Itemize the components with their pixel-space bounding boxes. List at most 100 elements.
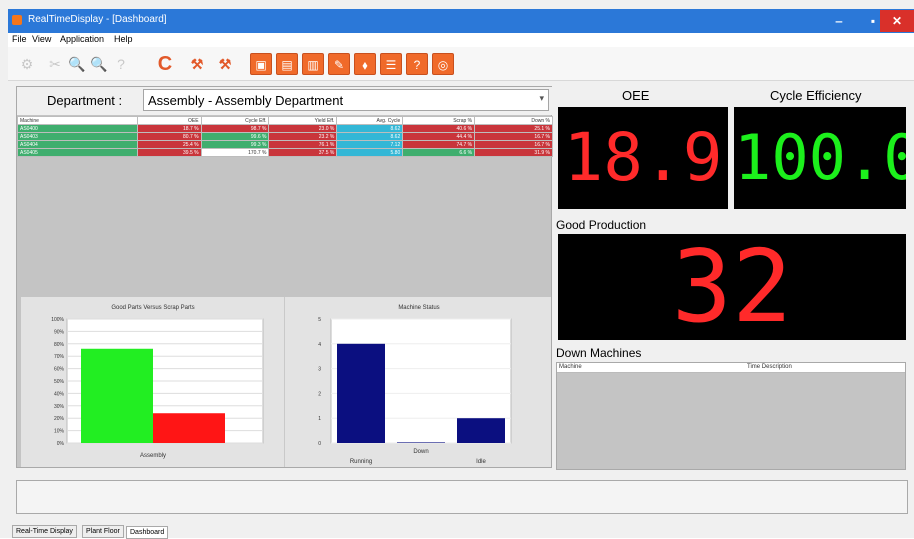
cell-avg: 8.62 [336, 124, 404, 133]
cell-yield: 76.1 % [268, 140, 338, 149]
question-icon[interactable]: ? [406, 53, 428, 75]
cell-scrap: 44.4 % [402, 132, 476, 141]
cell-oee: 39.5 % [136, 148, 202, 157]
machine-grid: Machine OEE Cycle Eff. Yield Eff. Avg. C… [17, 116, 553, 157]
table-row[interactable]: AS0405 39.5 % 170.7 % 37.5 % 5.80 6.6 % … [17, 148, 553, 157]
x-category-label: Assembly [140, 453, 166, 459]
department-label: Department : [47, 93, 123, 108]
cell-yield: 23.2 % [268, 132, 338, 141]
machine-status-svg: Machine Status 5 4 3 2 1 0 Running Down Idle [318, 305, 512, 465]
y-tick-label: 10% [54, 429, 65, 435]
col-oee[interactable]: OEE [136, 116, 202, 125]
document-icon[interactable]: ▤ [276, 53, 298, 75]
help-circle-icon[interactable]: ? [110, 53, 132, 75]
minimize-button[interactable]: ‒ [822, 10, 856, 32]
application-window: RealTimeDisplay - [Dashboard] ‒ ▪ ✕ File… [0, 0, 914, 539]
toolbar: ⚙ ✂ 🔍 🔍 ? C ⚒ ⚒ ▣ ▤ ▥ ✎ ⬧ ☰ ? ◎ [8, 47, 914, 81]
cycle-efficiency-display: 100.0 [734, 107, 906, 209]
y-tick-label: 90% [54, 329, 65, 335]
cell-machine: AS0403 [17, 132, 138, 141]
settings-icon[interactable]: ◎ [432, 53, 454, 75]
table-row[interactable]: AS0404 25.4 % 99.3 % 76.1 % 7.12 74.7 % … [17, 140, 553, 149]
status-area [16, 480, 908, 514]
y-tick-label: 100% [51, 317, 64, 323]
y-tick-label: 0 [318, 441, 321, 447]
wrench-icon[interactable]: ✎ [328, 53, 350, 75]
chart-icon[interactable]: ▥ [302, 53, 324, 75]
menu-help[interactable]: Help [114, 34, 133, 44]
cell-machine: AS0400 [17, 124, 138, 133]
cell-oee: 80.7 % [136, 132, 202, 141]
y-tick-label: 0% [57, 441, 65, 447]
tab-real-time-display[interactable]: Real-Time Display [12, 525, 77, 538]
cell-machine: AS0404 [17, 140, 138, 149]
cell-oee: 18.7 % [136, 124, 202, 133]
cell-scrap: 74.7 % [402, 140, 476, 149]
bar-idle [457, 418, 505, 443]
cell-yield: 23.0 % [268, 124, 338, 133]
department-panel: Department : Assembly - Assembly Departm… [16, 86, 553, 468]
table-row[interactable]: AS0403 80.7 % 99.6 % 23.2 % 8.62 44.4 % … [17, 132, 553, 141]
col-scrap[interactable]: Scrap % [402, 116, 476, 125]
y-tick-label: 3 [318, 367, 321, 373]
y-tick-label: 80% [54, 342, 65, 348]
machine-add-icon[interactable]: ⚒ [186, 53, 208, 75]
menu-view[interactable]: View [32, 34, 51, 44]
y-tick-label: 60% [54, 367, 65, 373]
good-production-label: Good Production [556, 218, 647, 232]
cell-avg: 5.80 [336, 148, 404, 157]
good-vs-scrap-svg: Good Parts Versus Scrap Parts 100% 90% 80% 7… [51, 305, 264, 459]
scissors-icon[interactable]: ✂ [44, 53, 66, 75]
menu-file[interactable]: File [12, 34, 27, 44]
tab-plant-floor[interactable]: Plant Floor [82, 525, 124, 538]
oee-label: OEE [622, 88, 650, 103]
cell-avg: 7.12 [336, 140, 404, 149]
department-select[interactable]: Assembly - Assembly Department ▾ [143, 89, 549, 111]
down-machines-label: Down Machines [556, 346, 642, 360]
col-down-machine[interactable]: Machine [559, 364, 582, 370]
y-tick-label: 40% [54, 391, 65, 397]
table-row[interactable]: AS0400 18.7 % 98.7 % 23.0 % 8.62 40.6 % … [17, 124, 553, 133]
department-row: Department : Assembly - Assembly Departm… [17, 87, 553, 115]
good-vs-scrap-chart: Good Parts Versus Scrap Parts 100% 90% 80% 7… [21, 297, 285, 467]
bar-running [337, 343, 385, 443]
refresh-icon[interactable]: C [154, 53, 176, 75]
zoom-out-icon[interactable]: 🔍 [88, 53, 110, 75]
chevron-down-icon[interactable]: ▾ [539, 93, 544, 104]
list-icon[interactable]: ☰ [380, 53, 402, 75]
cycle-efficiency-label: Cycle Efficiency [770, 88, 862, 103]
x-category-label: Running [350, 459, 372, 465]
machine-status-chart: Machine Status 5 4 3 2 1 0 Running Down Idle [287, 297, 551, 467]
cell-avg: 8.62 [336, 132, 404, 141]
x-category-label: Down [413, 449, 428, 455]
zoom-in-icon[interactable]: 🔍 [66, 53, 88, 75]
col-down[interactable]: Down % [474, 116, 553, 125]
cell-cycle: 99.6 % [200, 132, 270, 141]
menu-application[interactable]: Application [60, 34, 104, 44]
report-icon[interactable]: ▣ [250, 53, 272, 75]
menu-bar: File View Application Help [8, 33, 914, 47]
y-tick-label: 4 [318, 342, 321, 348]
close-button[interactable]: ✕ [880, 10, 914, 32]
col-avg-cycle[interactable]: Avg. Cycle [336, 116, 404, 125]
cell-scrap: 40.6 % [402, 124, 476, 133]
app-icon [12, 15, 22, 25]
col-cycle-eff[interactable]: Cycle Eff. [200, 116, 270, 125]
col-machine[interactable]: Machine [17, 116, 138, 125]
chart-title: Machine Status [398, 305, 439, 311]
y-tick-label: 50% [54, 379, 65, 385]
connect-icon[interactable]: ⚙ [16, 53, 38, 75]
y-tick-label: 1 [318, 416, 321, 422]
machine-remove-icon[interactable]: ⚒ [214, 53, 236, 75]
col-yield-eff[interactable]: Yield Eff. [268, 116, 338, 125]
tag-icon[interactable]: ⬧ [354, 53, 376, 75]
col-time-description[interactable]: Time Description [747, 364, 792, 370]
window-title: RealTimeDisplay - [Dashboard] [28, 14, 167, 25]
cell-down: 16.7 % [474, 132, 553, 141]
charts-area: Good Parts Versus Scrap Parts 100% 90% 80% 7… [21, 297, 551, 467]
cell-down: 31.9 % [474, 148, 553, 157]
y-tick-label: 30% [54, 404, 65, 410]
bar-down [397, 442, 445, 443]
tab-dashboard[interactable]: Dashboard [126, 526, 169, 539]
y-tick-label: 2 [318, 391, 321, 397]
